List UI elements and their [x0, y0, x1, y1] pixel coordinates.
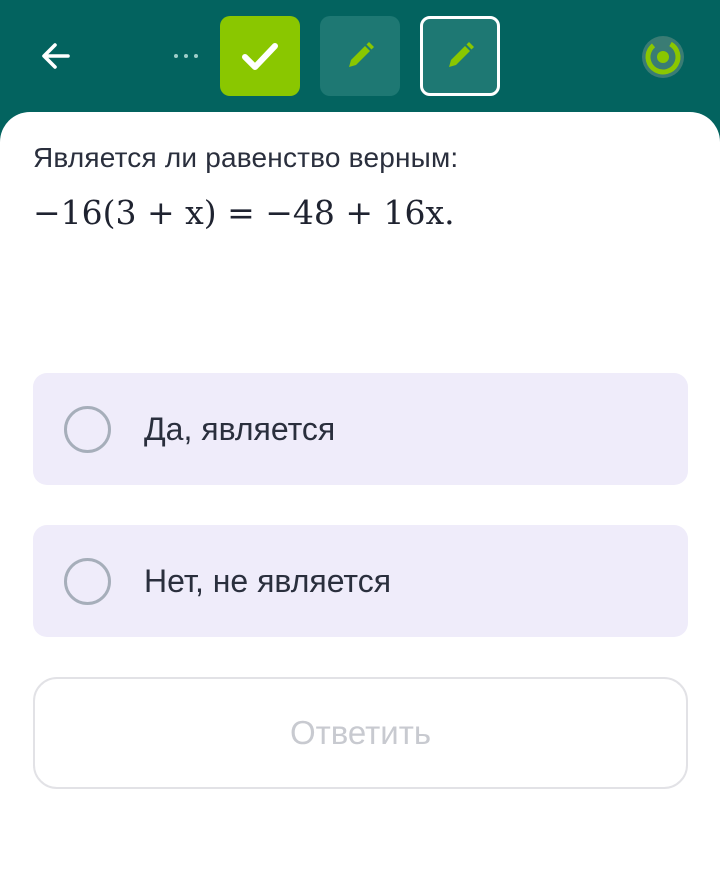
option-label: Нет, не является — [144, 563, 392, 599]
step-pending-button[interactable] — [320, 16, 400, 96]
arrow-left-icon — [42, 43, 70, 69]
step-current-button[interactable] — [420, 16, 500, 96]
target-progress-icon[interactable] — [640, 34, 686, 80]
radio-button[interactable] — [64, 558, 111, 605]
answer-option-yes[interactable]: Да, является — [33, 373, 688, 485]
more-dots-icon[interactable] — [166, 42, 206, 70]
radio-button[interactable] — [64, 406, 111, 453]
step-done-button[interactable] — [220, 16, 300, 96]
pencil-icon — [449, 42, 474, 67]
question-text: Является ли равенство верным: — [33, 142, 459, 173]
question-formula: −16(3 + x) = −48 + 16x. — [33, 193, 455, 232]
option-label: Да, является — [144, 411, 336, 447]
pencil-icon — [349, 42, 374, 67]
back-button[interactable] — [26, 26, 86, 86]
submit-button[interactable]: Ответить — [33, 677, 688, 789]
answer-option-no[interactable]: Нет, не является — [33, 525, 688, 637]
checkmark-icon — [242, 43, 278, 70]
